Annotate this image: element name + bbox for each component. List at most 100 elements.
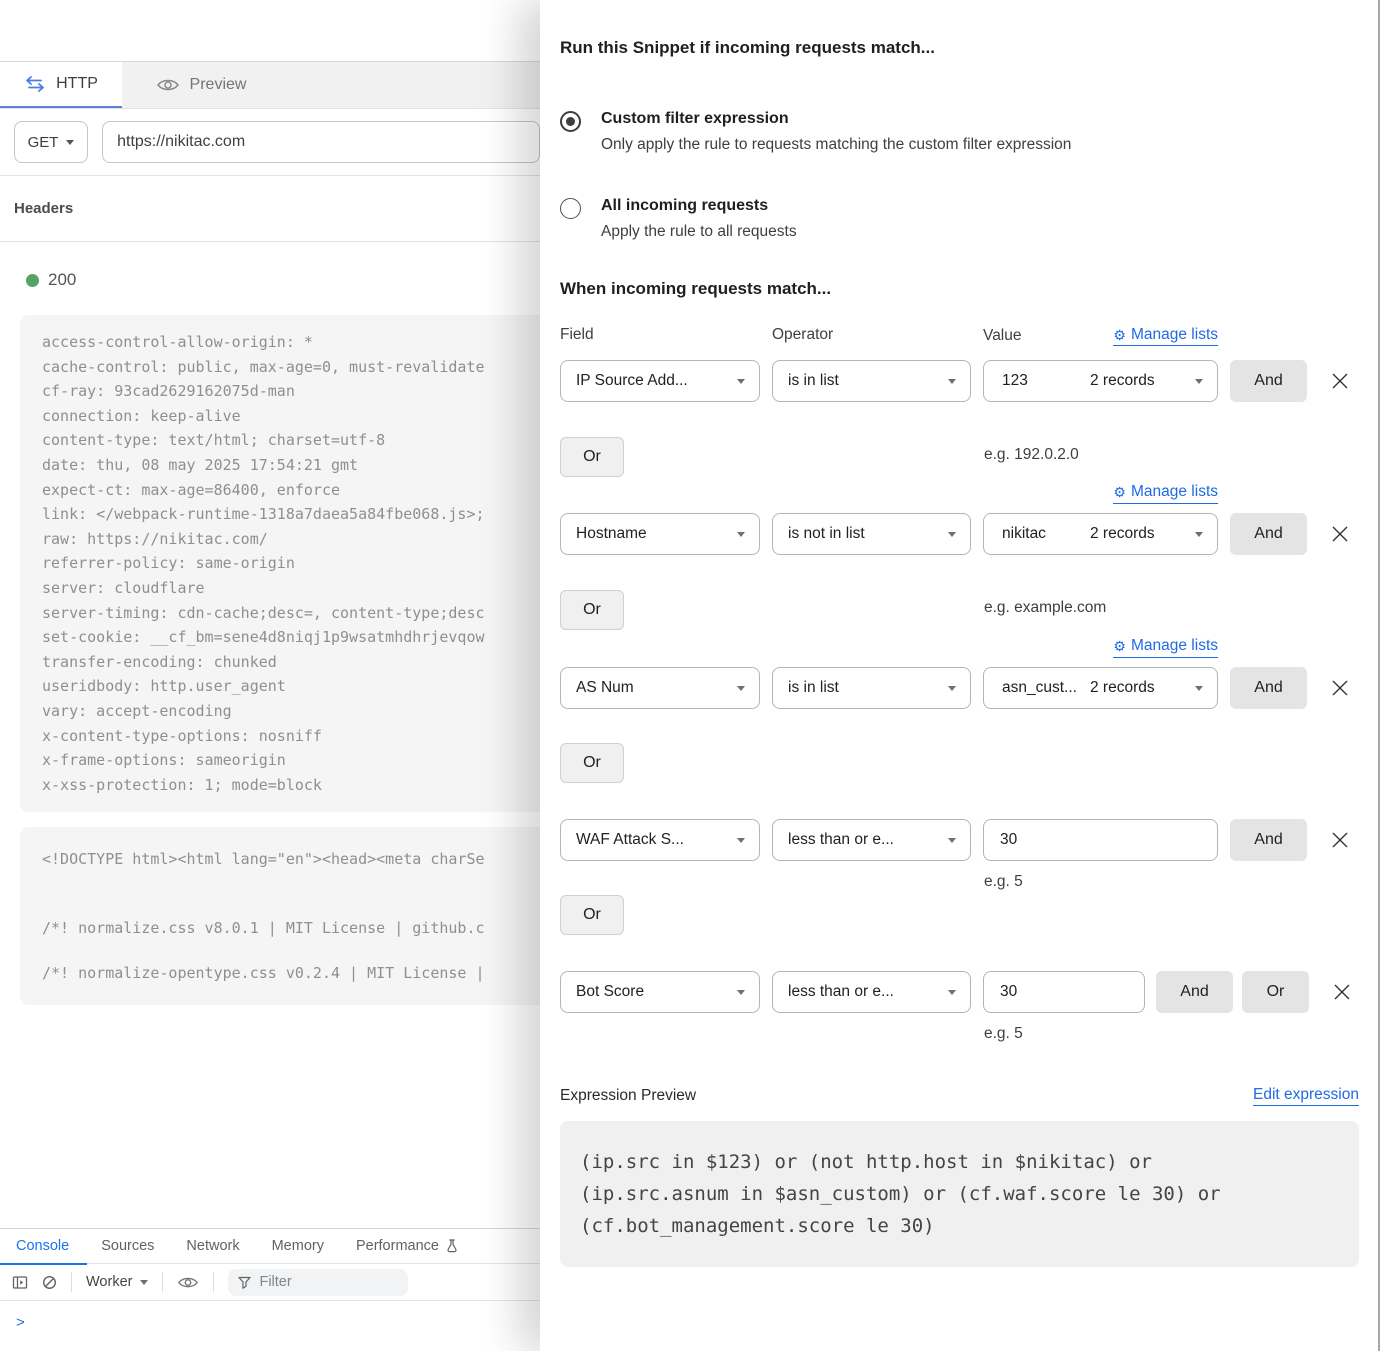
or-button[interactable]: Or: [560, 590, 624, 630]
tab-network-label: Network: [186, 1238, 239, 1254]
value-input[interactable]: [983, 819, 1218, 861]
tab-memory[interactable]: Memory: [272, 1229, 324, 1264]
tab-sources-label: Sources: [101, 1238, 154, 1254]
edit-expression-link[interactable]: Edit expression: [1253, 1086, 1359, 1106]
tab-performance-label: Performance: [356, 1238, 439, 1254]
field-column-label: Field: [560, 326, 772, 346]
remove-condition-button[interactable]: [1331, 831, 1349, 849]
remove-condition-button[interactable]: [1331, 679, 1349, 697]
option-description: Only apply the rule to requests matching…: [601, 136, 1071, 154]
scrollbar-track[interactable]: [1378, 0, 1380, 1351]
field-select[interactable]: Hostname: [560, 513, 760, 555]
filter-row-hostname: Hostname is not in list nikitac2 records…: [560, 513, 1359, 555]
hint-row: e.g. 5: [560, 1025, 1359, 1047]
value-list-select[interactable]: nikitac2 records: [983, 513, 1218, 555]
or-button[interactable]: Or: [560, 437, 624, 477]
operator-select[interactable]: is not in list: [772, 513, 971, 555]
tab-sources[interactable]: Sources: [101, 1229, 154, 1264]
dock-panel-icon[interactable]: [12, 1275, 28, 1290]
console-prompt[interactable]: >: [0, 1301, 540, 1331]
eye-icon[interactable]: [177, 1275, 199, 1290]
response-headers-block: access-control-allow-origin: *cache-cont…: [20, 315, 540, 812]
or-button[interactable]: Or: [560, 743, 624, 783]
clear-console-icon[interactable]: [42, 1275, 57, 1290]
chevron-down-icon: [1195, 686, 1203, 691]
code-line: (ip.src in $123) or (not http.host in $n…: [580, 1146, 1339, 1178]
expression-preview-label: Expression Preview: [560, 1087, 696, 1105]
console-filter-input[interactable]: [259, 1274, 379, 1290]
code-line: link: </webpack-runtime-1318a7daea5a84fb…: [42, 502, 540, 527]
option-all-incoming-requests[interactable]: All incoming requests Apply the rule to …: [560, 197, 1359, 241]
code-line: connection: keep-alive: [42, 404, 540, 429]
match-title: When incoming requests match...: [560, 279, 1359, 299]
code-line: referrer-policy: same-origin: [42, 551, 540, 576]
chevron-down-icon: [948, 838, 956, 843]
field-select[interactable]: AS Num: [560, 667, 760, 709]
and-button[interactable]: And: [1156, 971, 1233, 1013]
tab-console[interactable]: Console: [16, 1229, 69, 1264]
value-list-select[interactable]: asn_cust...2 records: [983, 667, 1218, 709]
headers-section-label: Headers: [0, 176, 540, 242]
url-input[interactable]: [102, 121, 540, 163]
operator-select[interactable]: less than or e...: [772, 819, 971, 861]
manage-lists-link[interactable]: ⚙Manage lists: [1113, 326, 1218, 346]
value-hint: e.g. 192.0.2.0: [984, 446, 1079, 464]
list-records-count: 2 records: [1090, 679, 1195, 697]
or-button[interactable]: Or: [1242, 971, 1309, 1013]
operator-select[interactable]: is in list: [772, 360, 971, 402]
operator-select[interactable]: less than or e...: [772, 971, 971, 1013]
remove-condition-button[interactable]: [1331, 372, 1349, 390]
http-client-pane: HTTP Preview GET Headers 200 access-cont…: [0, 0, 540, 1351]
and-button[interactable]: And: [1230, 360, 1307, 402]
remove-condition-button[interactable]: [1331, 525, 1349, 543]
value-list-select[interactable]: 1232 records: [983, 360, 1218, 402]
code-line: cf-ray: 93cad2629162075d-man: [42, 379, 540, 404]
gear-icon: ⚙: [1113, 639, 1126, 653]
field-select[interactable]: Bot Score: [560, 971, 760, 1013]
option-custom-filter-expression[interactable]: Custom filter expression Only apply the …: [560, 110, 1359, 154]
filter-builder: Field Operator Value ⚙Manage lists IP So…: [560, 326, 1359, 1047]
field-select[interactable]: WAF Attack S...: [560, 819, 760, 861]
chevron-down-icon: [1195, 532, 1203, 537]
radio-button[interactable]: [560, 198, 581, 219]
field-select-value: Hostname: [576, 525, 647, 543]
status-dot-icon: [26, 274, 39, 287]
operator-select-value: is in list: [788, 679, 839, 697]
tab-preview[interactable]: Preview: [122, 62, 280, 108]
remove-condition-button[interactable]: [1333, 983, 1351, 1001]
close-icon: [1331, 831, 1349, 849]
tab-network[interactable]: Network: [186, 1229, 239, 1264]
and-button[interactable]: And: [1230, 667, 1307, 709]
worker-dropdown[interactable]: Worker: [86, 1274, 148, 1290]
code-line: (cf.bot_management.score le 30): [580, 1210, 1339, 1242]
tab-http[interactable]: HTTP: [0, 62, 122, 108]
and-button[interactable]: And: [1230, 513, 1307, 555]
code-line: server-timing: cdn-cache;desc=, content-…: [42, 601, 540, 626]
method-dropdown[interactable]: GET: [14, 121, 88, 163]
chevron-down-icon: [737, 532, 745, 537]
field-select-value: AS Num: [576, 679, 634, 697]
field-select[interactable]: IP Source Add...: [560, 360, 760, 402]
tab-http-label: HTTP: [56, 75, 98, 93]
manage-lists-link[interactable]: ⚙Manage lists: [1113, 636, 1218, 658]
close-icon: [1331, 372, 1349, 390]
tab-performance[interactable]: Performance: [356, 1229, 459, 1264]
value-input[interactable]: [983, 971, 1145, 1013]
console-toolbar: Worker: [0, 1264, 540, 1301]
option-label: All incoming requests: [601, 197, 797, 215]
option-label: Custom filter expression: [601, 110, 1071, 128]
operator-select[interactable]: is in list: [772, 667, 971, 709]
chevron-down-icon: [737, 379, 745, 384]
or-button[interactable]: Or: [560, 895, 624, 935]
app-root: HTTP Preview GET Headers 200 access-cont…: [0, 0, 1383, 1351]
or-row: Or: [560, 743, 1359, 783]
code-line: date: thu, 08 may 2025 17:54:21 gmt: [42, 453, 540, 478]
code-line: /*! normalize-opentype.css v0.2.4 | MIT …: [42, 963, 540, 983]
field-select-value: WAF Attack S...: [576, 831, 684, 849]
manage-lists-link[interactable]: ⚙Manage lists: [1113, 482, 1218, 504]
radio-button-selected[interactable]: [560, 111, 581, 132]
code-line: x-frame-options: sameorigin: [42, 748, 540, 773]
console-filter[interactable]: [228, 1269, 408, 1296]
field-select-value: IP Source Add...: [576, 372, 688, 390]
and-button[interactable]: And: [1230, 819, 1307, 861]
